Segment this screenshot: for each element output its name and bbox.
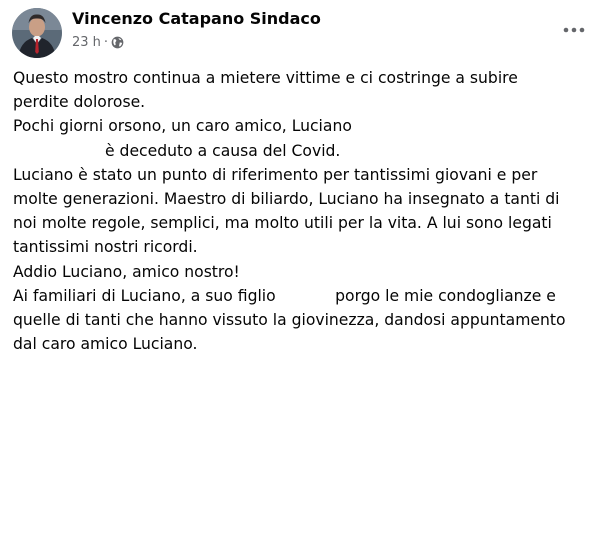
post-text-line: quelle di tanti che hanno vissuto la gio… [13,310,566,329]
post-text-line: Ai familiari di Luciano, a suo figlio po… [13,286,556,305]
post-text-line: dal caro amico Luciano. [13,335,198,354]
post-timestamp[interactable]: 23 h [72,35,101,50]
post-meta: 23 h · [72,35,124,50]
post-text-line: Pochi giorni orsono, un caro amico, Luci… [13,117,352,136]
post-text-line: perdite dolorose. [13,93,146,112]
globe-icon[interactable] [111,36,124,49]
more-options-icon [563,27,585,33]
more-options-button[interactable] [556,18,592,42]
post-text-line: molte generazioni. Maestro di biliardo, … [13,189,560,208]
post-text-line: noi molte regole, semplici, ma molto uti… [13,214,552,233]
post-text-line: Addio Luciano, amico nostro! [13,262,240,281]
avatar-image [12,8,62,58]
post-text-line: Questo mostro continua a mietere vittime… [13,69,518,87]
post-text-line: tantissimi nostri ricordi. [13,238,198,257]
author-avatar[interactable] [12,8,62,58]
meta-separator: · [103,35,109,50]
author-name[interactable]: Vincenzo Catapano Sindaco [72,9,321,28]
facebook-post: Vincenzo Catapano Sindaco 23 h · Questo … [0,0,607,557]
post-text-line: è deceduto a causa del Covid. [105,141,341,160]
post-body: Questo mostro continua a mietere vittime… [13,66,603,356]
post-text-line: Luciano è stato un punto di riferimento … [13,165,538,184]
